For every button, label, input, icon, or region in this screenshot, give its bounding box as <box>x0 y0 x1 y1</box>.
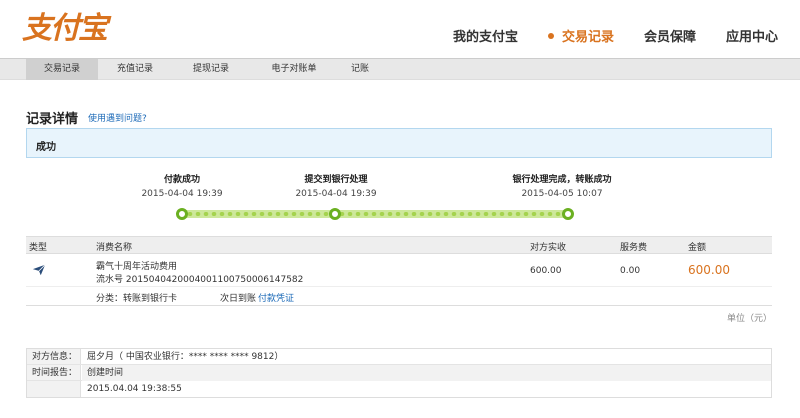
transaction-name: 霸气十周年活动费用 <box>96 262 178 272</box>
progress-node-2 <box>329 208 341 220</box>
subnav-statement[interactable]: 电子对账单 <box>254 59 334 80</box>
col-name: 消费名称 <box>96 243 133 253</box>
table-header: 类型 消费名称 对方实收 服务费 金额 <box>26 236 772 254</box>
col-fee: 服务费 <box>620 243 648 253</box>
progress-node-3 <box>562 208 574 220</box>
time-label-blank <box>27 381 81 397</box>
timeline-step-completed: 银行处理完成，转账成功 2015-04-05 10:07 <box>500 172 624 199</box>
nav-member-protection[interactable]: 会员保障 <box>644 26 696 45</box>
sub-navigation: 交易记录 充值记录 提现记录 电子对账单 记账 <box>0 58 800 80</box>
counterparty-label: 对方信息： <box>27 349 81 364</box>
progress-node-1 <box>176 208 188 220</box>
subnav-transactions[interactable]: 交易记录 <box>26 59 98 80</box>
table-row-detail: 分类：转账到银行卡 次日到账 付款凭证 <box>26 288 772 306</box>
timeline-step-submitted: 提交到银行处理 2015-04-04 19:39 <box>286 172 386 199</box>
col-amount: 金额 <box>688 243 707 253</box>
counterparty-received: 600.00 <box>530 266 562 276</box>
time-label: 时间报告： <box>27 365 81 380</box>
subnav-bookkeeping[interactable]: 记账 <box>340 59 380 80</box>
nav-transactions-label: 交易记录 <box>561 30 614 45</box>
nav-transactions[interactable]: 交易记录 <box>547 26 614 45</box>
transaction-amount: 600.00 <box>688 263 730 277</box>
step-time: 2015-04-05 10:07 <box>521 189 603 199</box>
status-banner: 成功 <box>26 128 772 158</box>
active-dot-icon <box>547 32 554 39</box>
step-title: 银行处理完成，转账成功 <box>512 175 612 185</box>
info-row-counterparty: 对方信息： 屈夕月（ 中国农业银行：**** **** **** 9812） <box>27 349 771 365</box>
arrival-text: 次日到账 <box>220 294 257 304</box>
unit-label: 单位（元） <box>726 314 772 324</box>
alipay-logo[interactable]: 支付宝 <box>22 11 108 46</box>
logo-text: 支付宝 <box>22 11 108 46</box>
created-time-value: 2015.04.04 19:38:55 <box>87 384 182 394</box>
header: 支付宝 我的支付宝 交易记录 会员保障 应用中心 <box>0 0 800 58</box>
nav-my-alipay[interactable]: 我的支付宝 <box>453 26 518 45</box>
category-text: 分类：转账到银行卡 <box>96 294 178 304</box>
step-title: 付款成功 <box>163 175 200 185</box>
nav-app-center[interactable]: 应用中心 <box>726 26 778 45</box>
service-fee: 0.00 <box>620 266 641 276</box>
info-table: 对方信息： 屈夕月（ 中国农业银行：**** **** **** 9812） 时… <box>26 348 772 398</box>
col-type: 类型 <box>29 243 48 253</box>
info-row-time: 时间报告： 创建时间 <box>27 365 771 381</box>
progress-beads <box>186 212 564 216</box>
col-counterparty-received: 对方实收 <box>530 243 567 253</box>
transfer-plane-icon <box>32 264 46 276</box>
subnav-withdraw[interactable]: 提现记录 <box>176 59 246 80</box>
top-navigation: 我的支付宝 交易记录 会员保障 应用中心 <box>423 26 778 45</box>
counterparty-value: 屈夕月（ 中国农业银行：**** **** **** 9812） <box>87 352 284 362</box>
step-time: 2015-04-04 19:39 <box>141 189 223 199</box>
step-time: 2015-04-04 19:39 <box>295 189 377 199</box>
table-row: 霸气十周年活动费用 流水号 20150404200040011007500061… <box>26 255 772 287</box>
timeline-step-paid: 付款成功 2015-04-04 19:39 <box>134 172 230 199</box>
transaction-serial: 流水号 2015040420004001100750006147582 <box>96 275 304 285</box>
page-title: 记录详情 <box>26 112 79 127</box>
info-row-time-value: 2015.04.04 19:38:55 <box>27 381 771 397</box>
step-title: 提交到银行处理 <box>304 175 368 185</box>
time-sub-label: 创建时间 <box>82 365 771 381</box>
subnav-recharge[interactable]: 充值记录 <box>100 59 170 80</box>
help-link[interactable]: 使用遇到问题? <box>88 111 147 124</box>
status-text: 成功 <box>36 142 56 153</box>
payment-voucher-link[interactable]: 付款凭证 <box>258 294 294 304</box>
